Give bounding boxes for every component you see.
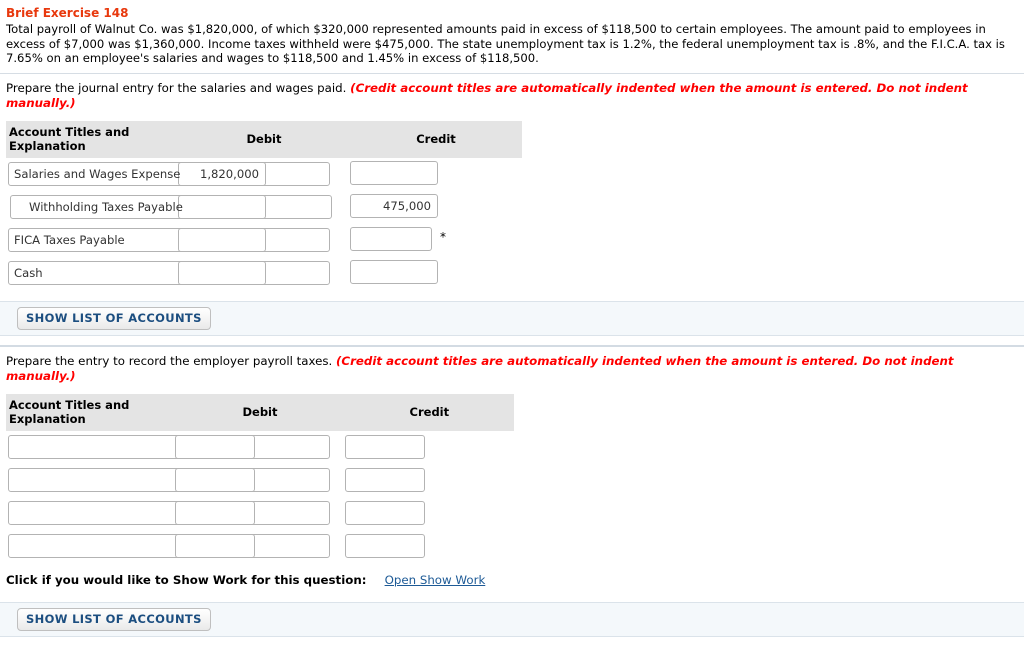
- debit-cell: [178, 191, 350, 224]
- debit-cell: [178, 257, 350, 290]
- show-work-row: Click if you would like to Show Work for…: [0, 563, 1024, 587]
- show-work-label: Click if you would like to Show Work for…: [6, 572, 367, 587]
- credit-cell: [344, 431, 514, 464]
- debit-input[interactable]: [175, 534, 256, 559]
- table-row: [6, 497, 514, 530]
- table1-spacer: [0, 290, 1024, 301]
- debit-cell: [175, 497, 344, 530]
- part1-prompt: Prepare the journal entry for the salari…: [6, 80, 347, 95]
- account-cell: Salaries and Wages Expense: [6, 158, 330, 191]
- journal-entry-table-2: Account Titles and Explanation Debit Cre…: [6, 393, 514, 563]
- page-title: Brief Exercise 148: [6, 6, 129, 20]
- show-list-of-accounts-button[interactable]: SHOW LIST OF ACCOUNTS: [17, 306, 211, 330]
- debit-cell: [175, 431, 344, 464]
- column-header-debit: Debit: [178, 120, 350, 158]
- debit-input[interactable]: [175, 501, 256, 526]
- part1-section: Prepare the journal entry for the salari…: [0, 74, 1024, 336]
- part2-instruction: Prepare the entry to record the employer…: [0, 347, 1024, 385]
- table-header-row: Account Titles and Explanation Debit Cre…: [6, 393, 514, 431]
- table-row: Cash: [6, 257, 522, 290]
- debit-cell: [178, 224, 350, 257]
- part1-instruction: Prepare the journal entry for the salari…: [0, 74, 1024, 112]
- show-list-of-accounts-band-2: SHOW LIST OF ACCOUNTS: [0, 601, 1024, 637]
- account-cell: Withholding Taxes Payable: [6, 191, 332, 224]
- table-row: [6, 431, 514, 464]
- account-cell: [6, 497, 330, 530]
- column-header-account: Account Titles and Explanation: [6, 393, 176, 431]
- credit-input[interactable]: [350, 160, 438, 185]
- table-row: FICA Taxes Payable *: [6, 224, 522, 257]
- exercise-header: Brief Exercise 148 Total payroll of Waln…: [0, 0, 1024, 66]
- debit-cell: [175, 464, 344, 497]
- credit-input[interactable]: [350, 226, 432, 251]
- column-header-account: Account Titles and Explanation: [6, 120, 178, 158]
- problem-statement: Total payroll of Walnut Co. was $1,820,0…: [6, 22, 1005, 66]
- table-row: [6, 464, 514, 497]
- credit-cell: 475,000: [350, 191, 522, 224]
- showwork-spacer: [0, 587, 1024, 602]
- debit-input[interactable]: [175, 468, 256, 493]
- account-cell: [6, 464, 330, 497]
- credit-input[interactable]: [344, 435, 425, 460]
- show-list-of-accounts-band-1: SHOW LIST OF ACCOUNTS: [0, 300, 1024, 336]
- debit-cell: [175, 530, 344, 563]
- account-cell: Cash: [6, 257, 330, 290]
- open-show-work-link[interactable]: Open Show Work: [385, 573, 486, 587]
- credit-cell: [350, 257, 522, 290]
- debit-input[interactable]: [178, 228, 266, 253]
- table-header-row: Account Titles and Explanation Debit Cre…: [6, 120, 522, 158]
- debit-cell: 1,820,000: [178, 158, 350, 191]
- part2-prompt: Prepare the entry to record the employer…: [6, 353, 333, 368]
- column-header-credit: Credit: [344, 393, 514, 431]
- table-row: Withholding Taxes Payable 475,000: [6, 191, 522, 224]
- credit-wrapper: [350, 160, 438, 185]
- debit-input[interactable]: 1,820,000: [178, 162, 266, 187]
- table-row: Salaries and Wages Expense 1,820,000: [6, 158, 522, 191]
- credit-input[interactable]: [344, 501, 425, 526]
- asterisk-marker: *: [440, 229, 446, 244]
- credit-cell: *: [350, 224, 522, 257]
- part2-section: Prepare the entry to record the employer…: [0, 347, 1024, 637]
- credit-wrapper: [350, 259, 438, 284]
- table-row: [6, 530, 514, 563]
- credit-wrapper: *: [350, 226, 446, 251]
- credit-input[interactable]: [344, 534, 425, 559]
- credit-wrapper: 475,000: [350, 193, 438, 218]
- account-cell: [6, 530, 330, 563]
- header-spacer: [0, 65, 1024, 73]
- credit-input[interactable]: [344, 468, 425, 493]
- account-cell: FICA Taxes Payable: [6, 224, 330, 257]
- debit-input[interactable]: [178, 195, 266, 220]
- column-header-credit: Credit: [350, 120, 522, 158]
- credit-cell: [344, 530, 514, 563]
- credit-cell: [344, 464, 514, 497]
- account-cell: [6, 431, 330, 464]
- credit-input[interactable]: [350, 259, 438, 284]
- column-header-debit: Debit: [175, 393, 345, 431]
- credit-input[interactable]: 475,000: [350, 193, 438, 218]
- debit-input[interactable]: [175, 435, 256, 460]
- debit-input[interactable]: [178, 261, 266, 286]
- credit-cell: [350, 158, 522, 191]
- show-list-of-accounts-button[interactable]: SHOW LIST OF ACCOUNTS: [17, 607, 211, 631]
- credit-cell: [344, 497, 514, 530]
- journal-entry-table-1: Account Titles and Explanation Debit Cre…: [6, 120, 522, 290]
